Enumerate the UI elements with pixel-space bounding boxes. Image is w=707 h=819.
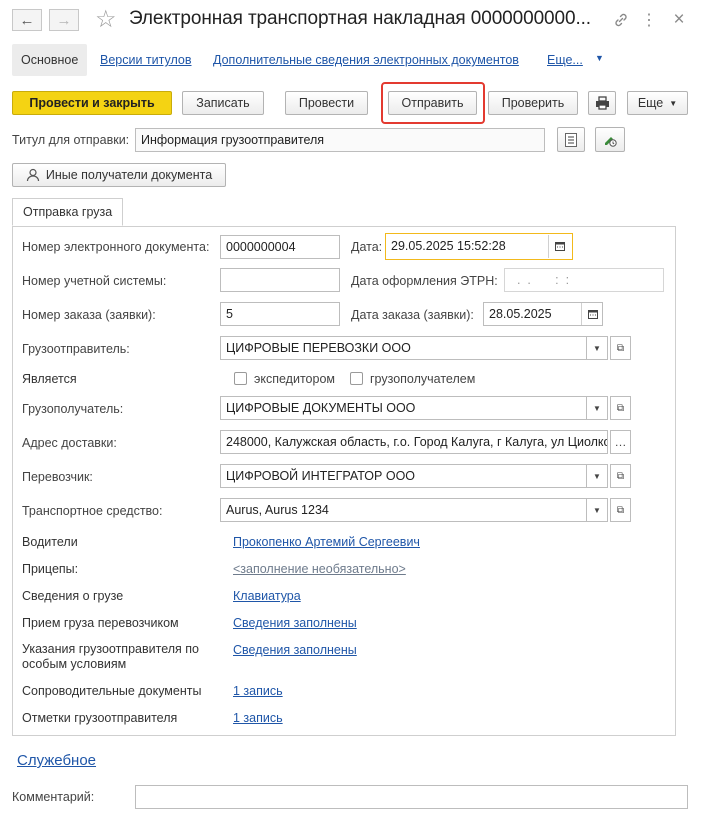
consignee-dropdown-icon[interactable]: ▼	[587, 396, 608, 420]
comment-field[interactable]	[135, 785, 688, 809]
consignee-checkbox[interactable]	[350, 372, 363, 385]
vehicle-field[interactable]: Aurus, Aurus 1234	[220, 498, 587, 522]
post-button[interactable]: Провести	[285, 91, 368, 115]
vehicle-open-icon[interactable]: ⧉	[610, 498, 631, 522]
printer-icon	[595, 96, 609, 110]
forwarder-label: экспедитором	[254, 372, 335, 386]
marks-link[interactable]: 1 запись	[233, 711, 283, 725]
edit-pencil-icon	[605, 136, 617, 147]
save-button[interactable]: Записать	[182, 91, 264, 115]
carrier-dropdown-icon[interactable]: ▼	[587, 464, 608, 488]
doc-number-label: Номер электронного документа:	[22, 240, 210, 254]
user-icon	[26, 168, 39, 182]
address-select-icon[interactable]: …	[610, 430, 631, 454]
consignee-open-icon[interactable]: ⧉	[610, 396, 631, 420]
trailers-link[interactable]: <заполнение необязательно>	[233, 562, 406, 576]
accept-link[interactable]: Сведения заполнены	[233, 616, 357, 630]
forward-button[interactable]: →	[49, 9, 79, 31]
send-button[interactable]: Отправить	[388, 91, 477, 115]
arrow-right-icon: →	[56, 11, 72, 29]
carrier-open-icon[interactable]: ⧉	[610, 464, 631, 488]
tabs-more-link[interactable]: Еще...	[547, 53, 583, 67]
print-button[interactable]	[588, 91, 616, 115]
consignee-label: Грузополучатель:	[22, 402, 124, 416]
trailers-label: Прицепы:	[22, 562, 79, 576]
doc-number-field[interactable]: 0000000004	[220, 235, 340, 259]
title-send-field[interactable]: Информация грузоотправителя	[135, 128, 545, 152]
shipper-open-icon[interactable]: ⧉	[610, 336, 631, 360]
arrow-left-icon: ←	[19, 11, 35, 29]
address-label: Адрес доставки:	[22, 436, 117, 450]
favorite-star-icon[interactable]: ☆	[95, 5, 117, 34]
order-date-label: Дата заказа (заявки):	[351, 308, 474, 322]
edit-button[interactable]	[595, 127, 625, 152]
drivers-link[interactable]: Прокопенко Артемий Сергеевич	[233, 535, 420, 549]
vehicle-dropdown-icon[interactable]: ▼	[587, 498, 608, 522]
is-label: Является	[22, 372, 77, 386]
consignee-field[interactable]: ЦИФРОВЫЕ ДОКУМЕНТЫ ООО	[220, 396, 587, 420]
caret-down-icon: ▼	[669, 98, 678, 108]
instructions-label: Указания грузоотправителя по особым усло…	[22, 642, 199, 671]
page-title: Электронная транспортная накладная 00000…	[129, 8, 591, 29]
list-icon	[565, 132, 577, 147]
tab-main[interactable]: Основное	[12, 44, 88, 76]
chevron-down-icon[interactable]: ▼	[595, 53, 604, 63]
shipper-label: Грузоотправитель:	[22, 342, 130, 356]
cargo-label: Сведения о грузе	[22, 589, 124, 603]
accept-label: Прием груза перевозчиком	[22, 616, 179, 630]
service-section-link[interactable]: Служебное	[17, 752, 96, 769]
title-send-label: Титул для отправки:	[12, 133, 130, 147]
forwarder-checkbox[interactable]	[234, 372, 247, 385]
acc-number-field[interactable]	[220, 268, 340, 292]
order-number-field[interactable]: 5	[220, 302, 340, 326]
tab-versions[interactable]: Версии титулов	[100, 53, 192, 67]
docs-label: Сопроводительные документы	[22, 684, 202, 698]
more-vertical-icon[interactable]: ⋮	[638, 9, 660, 31]
tab-extra-info[interactable]: Дополнительные сведения электронных доку…	[213, 53, 519, 67]
shipper-field[interactable]: ЦИФРОВЫЕ ПЕРЕВОЗКИ ООО	[220, 336, 587, 360]
acc-number-label: Номер учетной системы:	[22, 274, 167, 288]
date-field[interactable]: 29.05.2025 15:52:28	[385, 233, 573, 260]
tab-shipment[interactable]: Отправка груза	[12, 198, 124, 226]
calendar-icon[interactable]	[582, 303, 604, 325]
date-label: Дата:	[351, 240, 383, 254]
docs-link[interactable]: 1 запись	[233, 684, 283, 698]
address-field[interactable]: 248000, Калужская область, г.о. Город Ка…	[220, 430, 608, 454]
vehicle-label: Транспортное средство:	[22, 504, 163, 518]
order-number-label: Номер заказа (заявки):	[22, 308, 156, 322]
list-button[interactable]	[557, 127, 585, 152]
close-icon[interactable]: ×	[668, 9, 690, 31]
consignee-checkbox-label: грузополучателем	[370, 372, 476, 386]
back-button[interactable]: ←	[12, 9, 42, 31]
etrn-date-label: Дата оформления ЭТРН:	[351, 274, 498, 288]
carrier-field[interactable]: ЦИФРОВОЙ ИНТЕГРАТОР ООО	[220, 464, 587, 488]
calendar-icon[interactable]	[549, 235, 571, 257]
etrn-date-field[interactable]: . . : :	[504, 268, 664, 292]
instructions-link[interactable]: Сведения заполнены	[233, 643, 357, 657]
post-and-close-button[interactable]: Провести и закрыть	[12, 91, 172, 115]
other-recipients-button[interactable]: Иные получатели документа	[12, 163, 226, 187]
link-icon[interactable]	[610, 9, 632, 31]
check-button[interactable]: Проверить	[488, 91, 578, 115]
shipper-dropdown-icon[interactable]: ▼	[587, 336, 608, 360]
marks-label: Отметки грузоотправителя	[22, 711, 178, 725]
more-button[interactable]: Еще ▼	[627, 91, 688, 115]
drivers-label: Водители	[22, 535, 78, 549]
carrier-label: Перевозчик:	[22, 470, 93, 484]
comment-label: Комментарий:	[12, 790, 95, 804]
cargo-link[interactable]: Клавиатура	[233, 589, 301, 603]
